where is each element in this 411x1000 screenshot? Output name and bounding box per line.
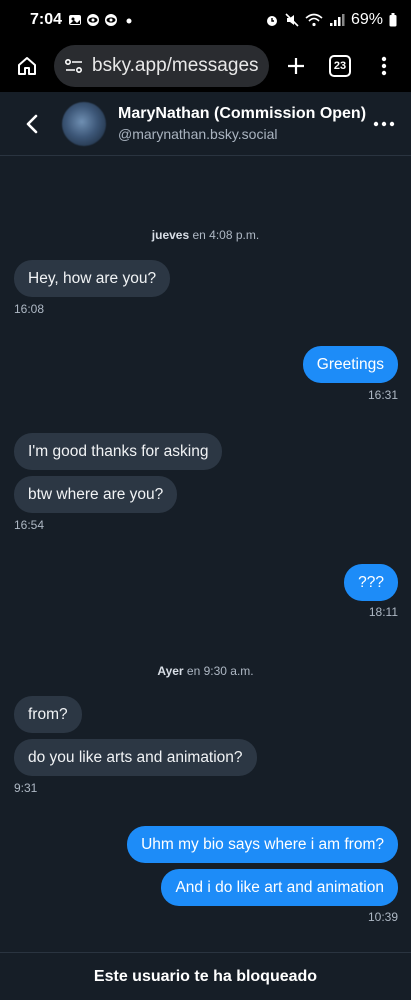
message-list[interactable]: jueves en 4:08 p.m. Hey, how are you? 16… bbox=[0, 156, 411, 952]
alarm-icon bbox=[266, 16, 277, 26]
status-bar: 7:04 69% bbox=[0, 0, 411, 40]
date-separator: Ayer en 9:30 a.m. bbox=[0, 664, 411, 678]
contact-handle: @marynathan.bsky.social bbox=[118, 126, 278, 142]
more-options-icon bbox=[373, 121, 395, 126]
message-timestamp: 9:31 bbox=[14, 781, 38, 795]
message-bubble-incoming[interactable]: Hey, how are you? bbox=[14, 260, 171, 297]
date-separator: jueves en 4:08 p.m. bbox=[0, 228, 411, 242]
battery-icon bbox=[389, 13, 397, 27]
plus-icon bbox=[288, 58, 304, 74]
date-separator-time: en 4:08 p.m. bbox=[189, 228, 260, 242]
message-bubble-incoming[interactable]: I'm good thanks for asking bbox=[14, 433, 223, 470]
back-button[interactable] bbox=[20, 112, 44, 136]
tab-switcher-button[interactable]: 23 bbox=[323, 49, 357, 83]
message-bubble-incoming[interactable]: do you like arts and animation? bbox=[14, 739, 257, 776]
conversation-options-button[interactable] bbox=[369, 121, 399, 127]
conversation-header: MaryNathan (Commission Open) @marynathan… bbox=[0, 92, 411, 156]
mute-icon bbox=[285, 13, 299, 27]
message-timestamp: 10:39 bbox=[367, 910, 398, 924]
tab-count: 23 bbox=[329, 55, 351, 77]
dot-icon bbox=[126, 18, 132, 24]
message-bubble-outgoing[interactable]: Uhm my bio says where i am from? bbox=[127, 826, 398, 863]
message-bubble-incoming[interactable]: btw where are you? bbox=[14, 476, 178, 513]
home-icon bbox=[18, 57, 36, 75]
battery-percent: 69% bbox=[350, 11, 383, 28]
message-timestamp: 16:31 bbox=[367, 388, 398, 402]
eye-icon bbox=[87, 14, 100, 26]
message-bubble-outgoing[interactable]: ??? bbox=[344, 564, 398, 601]
signal-icon bbox=[329, 14, 345, 26]
home-button[interactable] bbox=[10, 49, 44, 83]
wifi-icon bbox=[305, 13, 323, 27]
chevron-left-icon bbox=[26, 114, 38, 133]
message-bubble-outgoing[interactable]: Greetings bbox=[302, 346, 398, 383]
message-bubble-incoming[interactable]: from? bbox=[14, 696, 82, 733]
message-bubble-outgoing[interactable]: And i do like art and animation bbox=[161, 869, 398, 906]
date-separator-day: Ayer bbox=[157, 664, 184, 678]
gallery-icon bbox=[69, 15, 82, 25]
eye-icon bbox=[105, 14, 118, 26]
message-timestamp: 18:11 bbox=[368, 605, 398, 619]
kebab-menu-icon bbox=[381, 56, 387, 76]
avatar[interactable] bbox=[62, 101, 106, 146]
status-time: 7:04 bbox=[30, 11, 63, 28]
message-timestamp: 16:08 bbox=[14, 302, 45, 316]
blocked-notice: Este usuario te ha bloqueado bbox=[0, 952, 411, 1000]
url-text: bsky.app/messages bbox=[92, 55, 259, 76]
new-tab-button[interactable] bbox=[279, 49, 313, 83]
browser-toolbar: bsky.app/messages 23 bbox=[0, 40, 411, 92]
browser-menu-button[interactable] bbox=[367, 49, 401, 83]
date-separator-time: en 9:30 a.m. bbox=[183, 664, 254, 678]
site-settings-icon bbox=[64, 58, 83, 74]
date-separator-day: jueves bbox=[151, 228, 190, 242]
address-bar[interactable]: bsky.app/messages bbox=[54, 45, 269, 87]
contact-display-name[interactable]: MaryNathan (Commission Open) bbox=[118, 105, 369, 123]
message-timestamp: 16:54 bbox=[14, 518, 45, 532]
